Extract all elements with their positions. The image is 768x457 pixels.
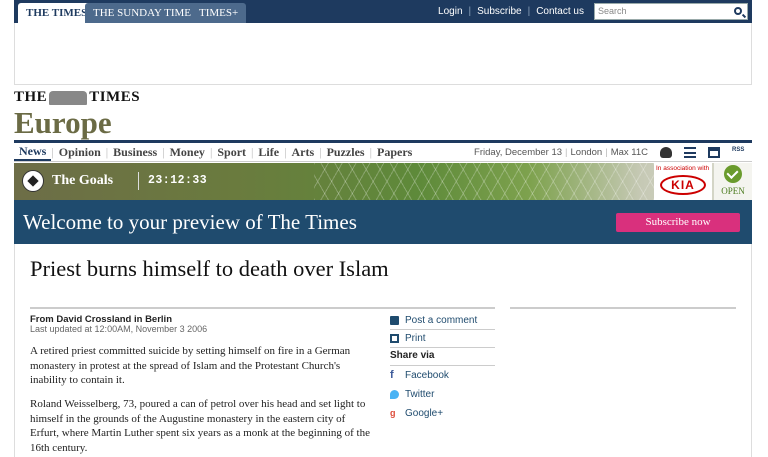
nav-location: London: [570, 147, 603, 158]
divider: [30, 307, 495, 309]
nav-opinion[interactable]: Opinion: [54, 145, 106, 160]
nav-date: Friday, December 13: [474, 147, 563, 158]
share-via-heading: Share via: [390, 350, 435, 361]
list-icon[interactable]: [684, 147, 696, 158]
ad-placeholder: [14, 23, 752, 85]
nav-business[interactable]: Business: [108, 145, 162, 160]
subscribe-link[interactable]: Subscribe: [471, 6, 527, 17]
google-plus-share-link[interactable]: g Google+: [390, 408, 443, 419]
goals-banner[interactable]: The Goals 23:12:33 In association with K…: [14, 163, 752, 200]
print-link[interactable]: Print: [390, 333, 426, 344]
open-label: OPEN: [721, 186, 745, 196]
divider: [390, 329, 495, 330]
welcome-text: Welcome to your preview of The Times: [23, 210, 357, 234]
twitter-share-link[interactable]: Twitter: [390, 389, 434, 400]
nav-life[interactable]: Life: [253, 145, 284, 160]
post-comment-label: Post a comment: [405, 315, 478, 326]
masthead-the: THE: [14, 89, 48, 105]
divider: [390, 365, 495, 366]
comment-icon: [390, 316, 399, 325]
separator: |: [605, 147, 608, 158]
sponsor-box[interactable]: In association with KIA: [654, 163, 712, 200]
goals-clock: 23:12:33: [148, 174, 208, 187]
masthead-title: THE TIMES: [14, 89, 140, 106]
sponsor-text: In association with: [656, 165, 710, 172]
goals-title: The Goals: [52, 173, 114, 188]
nav-money[interactable]: Money: [165, 145, 210, 160]
tab-times-plus[interactable]: TIMES+: [191, 3, 247, 23]
nav-papers[interactable]: Papers: [372, 145, 417, 160]
subscribe-now-button[interactable]: Subscribe now: [616, 213, 740, 232]
rss-icon[interactable]: RSS: [732, 147, 746, 158]
goal-net-graphic: [314, 163, 654, 200]
section-nav: News | Opinion | Business | Money | Sport | L…: [14, 140, 752, 162]
facebook-icon: f: [390, 369, 394, 381]
separator: |: [565, 147, 568, 158]
check-icon: [724, 165, 742, 183]
facebook-share-link[interactable]: f Facebook: [390, 369, 449, 382]
contact-us-link[interactable]: Contact us: [530, 6, 590, 17]
masthead-times: TIMES: [89, 89, 141, 105]
welcome-band: Welcome to your preview of The Times Sub…: [14, 200, 752, 244]
top-links: Login | Subscribe | Contact us: [432, 0, 590, 23]
google-plus-label: Google+: [405, 408, 444, 419]
print-icon: [390, 334, 399, 343]
edition-title: Europe: [14, 105, 112, 140]
nav-weather: Max 11C: [610, 147, 648, 158]
article-updated: Last updated at 12:00AM, November 3 2006: [30, 324, 208, 334]
open-status[interactable]: OPEN: [714, 163, 752, 200]
sitemap-icon[interactable]: [708, 147, 720, 158]
crest-icon: [49, 90, 88, 105]
nav-news[interactable]: News: [14, 144, 52, 161]
divider: [390, 347, 495, 348]
search-icon[interactable]: [734, 7, 742, 15]
twitter-icon: [390, 390, 399, 399]
nav-sport[interactable]: Sport: [212, 145, 251, 160]
post-comment-link[interactable]: Post a comment: [390, 315, 477, 326]
tab-the-times[interactable]: THE TIMES: [18, 3, 96, 23]
top-bar: THE TIMES THE SUNDAY TIMES TIMES+ Login …: [14, 0, 752, 23]
divider: [138, 172, 139, 190]
article-paragraph: A retired priest committed suicide by se…: [30, 345, 351, 386]
print-label: Print: [405, 333, 426, 344]
login-link[interactable]: Login: [432, 6, 468, 17]
tab-the-sunday-times[interactable]: THE SUNDAY TIMES: [85, 3, 206, 23]
weather-icon[interactable]: [660, 147, 672, 158]
masthead[interactable]: THE TIMES Europe: [14, 89, 140, 140]
article-paragraph: Roland Weisselberg, 73, poured a can of …: [30, 398, 370, 454]
kia-logo: KIA: [660, 175, 706, 195]
article-headline: Priest burns himself to death over Islam: [30, 256, 389, 281]
search-placeholder: Search: [598, 6, 627, 16]
search-input[interactable]: Search: [594, 3, 748, 20]
twitter-label: Twitter: [405, 389, 435, 400]
football-icon: [22, 170, 44, 192]
google-plus-icon: g: [390, 408, 396, 418]
nav-arts[interactable]: Arts: [287, 145, 320, 160]
nav-puzzles[interactable]: Puzzles: [322, 145, 370, 160]
divider: [510, 307, 736, 309]
facebook-label: Facebook: [405, 370, 449, 381]
